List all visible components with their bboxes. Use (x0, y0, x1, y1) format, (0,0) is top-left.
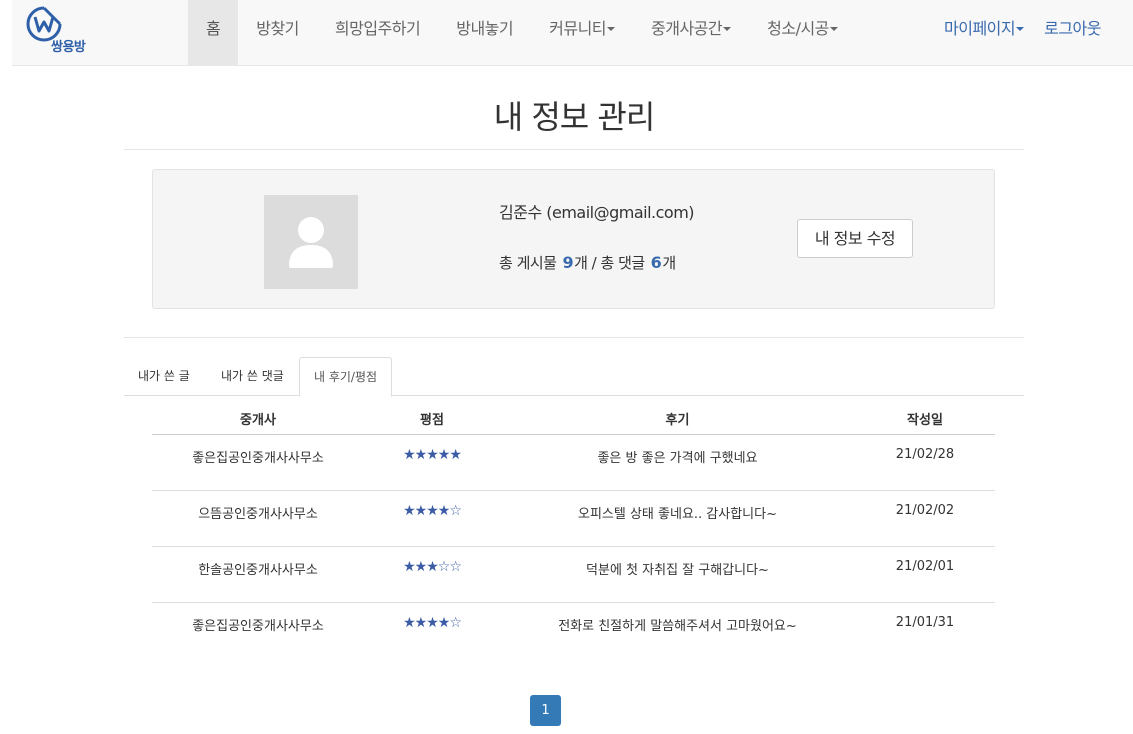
profile-card: 김준수 (email@gmail.com) 총 게시물 9개 / 총 댓글 6개 내… (152, 169, 995, 309)
caret-down-icon (829, 26, 838, 31)
date-cell: 21/02/28 (855, 434, 995, 491)
nav-label: 홈 (206, 19, 221, 38)
divider (124, 149, 1024, 150)
nav-label: 청소/시공 (767, 19, 829, 38)
user-silhouette-icon (289, 217, 333, 268)
nav-item-cleaning[interactable]: 청소/시공 (749, 0, 856, 66)
tab-my-reviews[interactable]: 내 후기/평점 (299, 357, 393, 397)
main-nav: 홈 방찾기 희망입주하기 방내놓기 커뮤니티 중개사공간 청소/시공 (188, 0, 856, 66)
caret-down-icon (723, 26, 732, 31)
page-title: 내 정보 관리 (493, 98, 656, 136)
brand-logo[interactable]: 쌍용방 (24, 4, 96, 56)
star-rating: ★★★★★ (364, 434, 500, 491)
user-nav: 마이페이지 로그아웃 (934, 0, 1111, 66)
comments-count: 6 (650, 253, 662, 272)
divider (124, 337, 1024, 338)
caret-down-icon (1016, 26, 1025, 31)
review-cell: 덕분에 첫 자취집 잘 구해갑니다~ (500, 546, 855, 603)
table-row[interactable]: 좋은집공인중개사사무소 ★★★★★ 좋은 방 좋은 가격에 구했네요 21/02… (152, 434, 995, 491)
agency-cell: 좋은집공인중개사사무소 (192, 618, 324, 634)
table-header-row: 중개사 평점 후기 작성일 (152, 404, 995, 435)
profile-tabs: 내가 쓴 글 내가 쓴 댓글 내 후기/평점 (124, 357, 1024, 397)
count-unit: 개 (662, 254, 676, 272)
tab-my-posts[interactable]: 내가 쓴 글 (124, 357, 204, 396)
user-name-email: 김준수 (email@gmail.com) (499, 203, 695, 222)
comments-label: 개 / 총 댓글 (574, 254, 645, 272)
nav-item-wish-move-in[interactable]: 희망입주하기 (317, 0, 438, 66)
user-stats: 총 게시물 9개 / 총 댓글 6개 (499, 252, 676, 273)
edit-profile-button[interactable]: 내 정보 수정 (797, 219, 913, 258)
column-header-review: 후기 (500, 404, 855, 435)
nav-item-find-room[interactable]: 방찾기 (238, 0, 317, 66)
date-cell: 21/02/01 (855, 546, 995, 603)
column-header-date: 작성일 (855, 404, 995, 435)
navbar: 쌍용방 홈 방찾기 희망입주하기 방내놓기 커뮤니티 중개사공간 청소/시공 마… (12, 0, 1133, 66)
nav-label: 방찾기 (256, 19, 299, 38)
review-cell: 좋은 방 좋은 가격에 구했네요 (500, 434, 855, 491)
table-row[interactable]: 으뜸공인중개사사무소 ★★★★☆ 오피스텔 상태 좋네요.. 감사합니다~ 21… (152, 490, 995, 547)
pagination-page-1[interactable]: 1 (530, 695, 561, 726)
nav-item-home[interactable]: 홈 (188, 0, 239, 66)
nav-label: 방내놓기 (456, 19, 514, 38)
tab-my-comments[interactable]: 내가 쓴 댓글 (207, 357, 298, 396)
table-row[interactable]: 좋은집공인중개사사무소 ★★★★☆ 전화로 친절하게 말씀해주셔서 고마웠어요~… (152, 602, 995, 658)
nav-item-mypage[interactable]: 마이페이지 (934, 0, 1034, 66)
table-row[interactable]: 한솔공인중개사사무소 ★★★☆☆ 덕분에 첫 자취집 잘 구해갑니다~ 21/0… (152, 546, 995, 603)
nav-label: 중개사공간 (651, 19, 723, 38)
nav-item-community[interactable]: 커뮤니티 (531, 0, 633, 66)
nav-label: 마이페이지 (944, 19, 1016, 38)
star-rating: ★★★★☆ (364, 490, 500, 547)
star-rating: ★★★★☆ (403, 614, 462, 631)
column-header-rating: 평점 (364, 404, 500, 435)
posts-label: 총 게시물 (499, 254, 557, 272)
nav-item-agent-space[interactable]: 중개사공간 (633, 0, 749, 66)
date-cell: 21/02/02 (855, 490, 995, 547)
agency-cell: 한솔공인중개사사무소 (152, 546, 364, 603)
nav-label: 로그아웃 (1044, 19, 1101, 38)
review-cell: 전화로 친절하게 말씀해주셔서 고마웠어요~ (558, 618, 797, 634)
nav-item-logout[interactable]: 로그아웃 (1034, 0, 1111, 66)
agency-cell: 으뜸공인중개사사무소 (152, 490, 364, 547)
nav-label: 커뮤니티 (549, 19, 607, 38)
caret-down-icon (607, 26, 616, 31)
brand-name: 쌍용방 (51, 40, 86, 55)
date-cell: 21/01/31 (895, 614, 955, 630)
posts-count: 9 (562, 253, 574, 272)
avatar (264, 195, 358, 289)
review-cell: 오피스텔 상태 좋네요.. 감사합니다~ (500, 490, 855, 547)
agency-cell: 좋은집공인중개사사무소 (152, 434, 364, 491)
column-header-agency: 중개사 (152, 404, 364, 435)
star-rating: ★★★☆☆ (364, 546, 500, 603)
nav-label: 희망입주하기 (334, 19, 421, 38)
nav-item-list-room[interactable]: 방내놓기 (438, 0, 531, 66)
reviews-table: 중개사 평점 후기 작성일 좋은집공인중개사사무소 ★★★★★ 좋은 방 좋은 … (152, 404, 995, 658)
